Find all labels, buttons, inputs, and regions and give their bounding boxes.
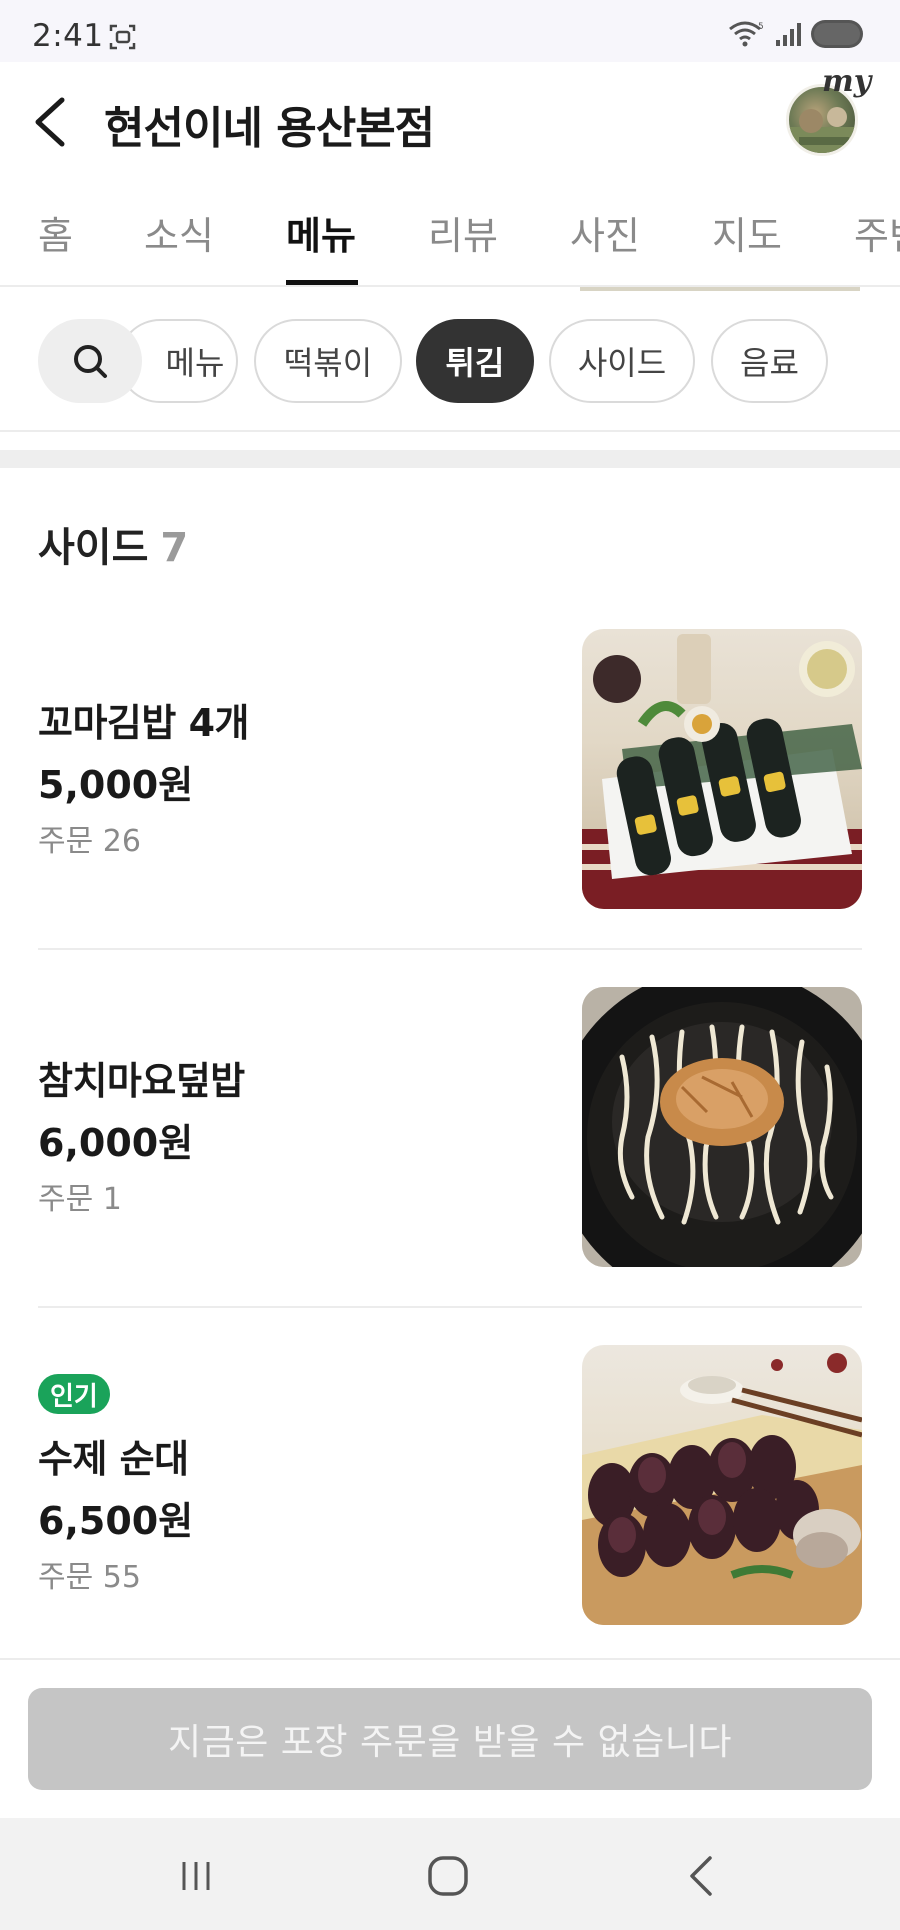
item-divider: [38, 1306, 862, 1308]
back-icon[interactable]: [672, 1848, 732, 1904]
menu-item-orders: 주문 26: [38, 824, 141, 859]
avatar-my-label: my: [822, 64, 872, 99]
chip-drinks-label: 음료: [740, 344, 799, 382]
system-nav-bar: [0, 1818, 900, 1930]
section-count: 7: [160, 525, 189, 571]
tab-bar: 홈 소식 메뉴 리뷰 사진 지도 주변: [0, 195, 900, 287]
menu-item-price: 6,500원: [38, 1499, 194, 1543]
menu-search-button[interactable]: [38, 319, 142, 403]
chip-side-label: 사이드: [577, 344, 667, 382]
tab-active-indicator: [286, 280, 358, 285]
chip-fried-label: 튀김: [445, 344, 505, 382]
popular-badge: 인기: [38, 1374, 110, 1414]
tuna-mayo-photo: [582, 987, 862, 1267]
chip-menu-label: 메뉴: [165, 344, 225, 382]
menu-item-photo: [582, 987, 862, 1267]
status-time: 2:41: [32, 18, 104, 54]
menu-item[interactable]: 참치마요덮밥 6,000원 주문 1: [0, 978, 900, 1336]
menu-item-name: 꼬마김밥 4개: [38, 701, 249, 745]
svg-text:5: 5: [758, 22, 764, 32]
menu-item-photo: [582, 1345, 862, 1625]
store-title: 현선이네 용산본점: [104, 103, 435, 154]
wifi-icon: 5: [729, 21, 764, 47]
chip-side[interactable]: 사이드: [549, 319, 695, 403]
tab-nearby[interactable]: 주변: [854, 205, 900, 260]
search-icon: [74, 345, 107, 378]
app-header: 현선이네 용산본점 my: [0, 62, 900, 172]
menu-item[interactable]: 꼬마김밥 4개 5,000원 주문 26: [0, 620, 900, 978]
menu-item-price: 5,000원: [38, 763, 194, 807]
menu-item-price: 6,000원: [38, 1121, 194, 1165]
back-arrow-icon[interactable]: [30, 92, 74, 152]
section-separator: [0, 450, 900, 468]
tab-review[interactable]: 리뷰: [428, 205, 498, 260]
chip-fried[interactable]: 튀김: [416, 319, 534, 403]
menu-item-name: 수제 순대: [38, 1437, 189, 1481]
menu-item-name: 참치마요덮밥: [38, 1059, 245, 1103]
menu-item-orders: 주문 55: [38, 1560, 141, 1595]
section-title: 사이드 7: [38, 515, 188, 573]
category-chip-bar: 메뉴 떡볶이 튀김 사이드 음료: [0, 287, 900, 432]
tab-news[interactable]: 소식: [144, 205, 214, 260]
item-divider: [38, 948, 862, 950]
section-title-label: 사이드: [38, 525, 149, 571]
home-icon[interactable]: [418, 1848, 478, 1904]
chip-drinks[interactable]: 음료: [711, 319, 828, 403]
battery-icon: [811, 20, 863, 48]
signal-icon: [776, 23, 801, 46]
menu-item[interactable]: 인기 수제 순대 6,500원 주문 55: [0, 1336, 900, 1694]
bottom-cta-area: 지금은 포장 주문을 받을 수 없습니다: [0, 1658, 900, 1818]
tab-photo[interactable]: 사진: [570, 205, 640, 260]
kimbap-photo: [582, 634, 862, 909]
tab-map[interactable]: 지도: [712, 205, 782, 260]
status-bar: 2:41 5: [0, 0, 900, 62]
tab-menu[interactable]: 메뉴: [286, 205, 356, 260]
status-icons: 5: [728, 18, 864, 50]
screenshot-icon: [109, 24, 136, 50]
scrolled-content-edge: [580, 287, 860, 291]
tab-home[interactable]: 홈: [38, 205, 73, 260]
sundae-photo: [582, 1353, 862, 1625]
menu-item-photo: [582, 629, 862, 909]
chip-tteokbokki[interactable]: 떡볶이: [254, 319, 402, 403]
chip-tteokbokki-label: 떡볶이: [283, 344, 373, 382]
takeout-order-button[interactable]: 지금은 포장 주문을 받을 수 없습니다: [28, 1688, 872, 1790]
menu-item-orders: 주문 1: [38, 1182, 122, 1217]
recent-apps-icon[interactable]: [166, 1848, 226, 1904]
